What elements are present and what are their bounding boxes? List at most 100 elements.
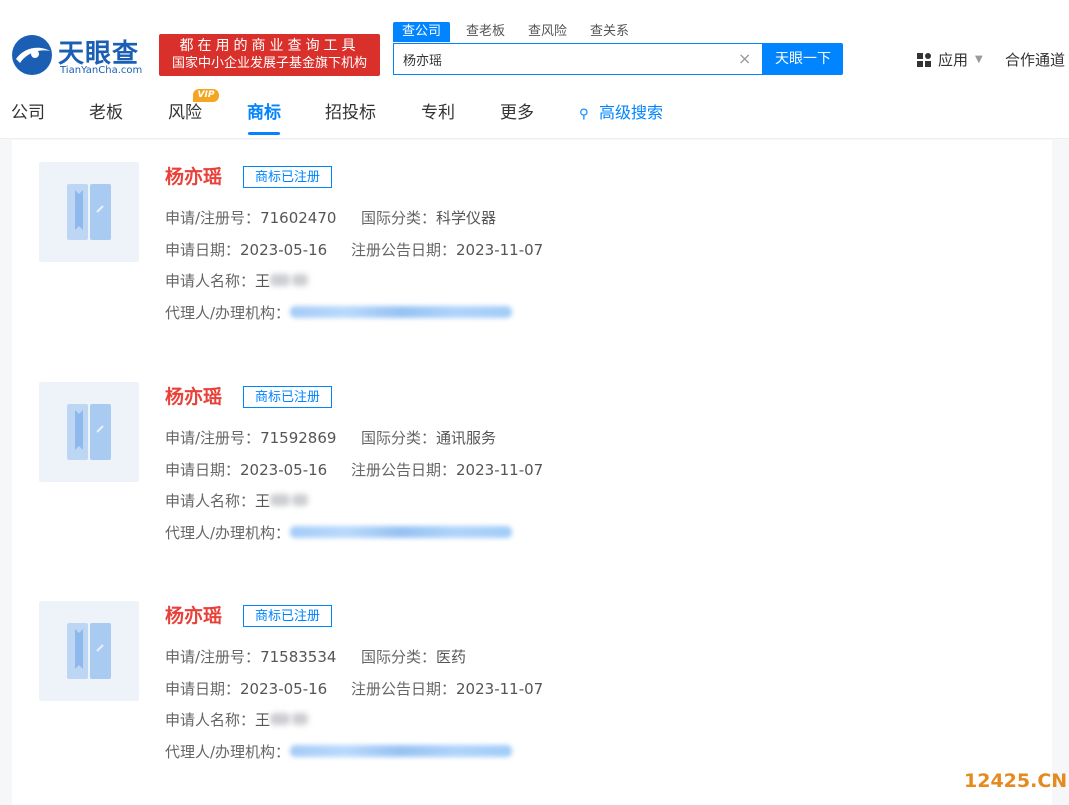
trademark-image[interactable] — [39, 601, 139, 701]
top-header: 天眼查 TianYanCha.com 都在用的商业查询工具 国家中小企业发展子基… — [0, 0, 1069, 92]
promo-banner[interactable]: 都在用的商业查询工具 国家中小企业发展子基金旗下机构 — [159, 34, 380, 76]
reg-no-value: 71602470 — [260, 209, 337, 227]
applicant-value: 王 — [255, 272, 271, 290]
search-box: × — [393, 43, 763, 75]
trademark-card: 杨亦瑶 商标已注册 申请/注册号：71592869 国际分类：通讯服务 申请日期… — [12, 360, 1052, 570]
logo-domain: TianYanCha.com — [60, 65, 143, 76]
book-icon — [67, 404, 111, 460]
trademark-name[interactable]: 杨亦瑶 — [165, 603, 222, 629]
reg-no-label: 申请/注册号： — [165, 209, 261, 227]
trademark-card: 杨亦瑶 商标已注册 申请/注册号：71602470 国际分类：科学仪器 申请日期… — [12, 140, 1052, 350]
applicant-row: 申请人名称：王 — [165, 271, 316, 291]
reg-row: 申请/注册号：71592869 国际分类：通讯服务 — [165, 428, 496, 448]
logo-eye-icon — [12, 35, 52, 75]
agent-redacted-link[interactable] — [290, 742, 513, 760]
nav-tab-more[interactable]: 更多 — [500, 102, 534, 124]
publish-date-value: 2023-11-07 — [456, 241, 544, 259]
agent-redacted-link[interactable] — [290, 303, 513, 321]
category-nav: 公司 老板 风险 商标 招投标 专利 更多 — [0, 92, 1069, 139]
search-tab-relation[interactable]: 查关系 — [590, 22, 629, 42]
status-badge: 商标已注册 — [243, 605, 333, 627]
agent-row: 代理人/办理机构： — [165, 523, 513, 543]
applicant-row: 申请人名称：王 — [165, 710, 316, 730]
chevron-down-icon: ▼ — [975, 54, 983, 65]
advanced-search-link[interactable]: ⚲ 高级搜索 — [579, 102, 663, 126]
search-button[interactable]: 天眼一下 — [763, 43, 843, 75]
intl-class-label: 国际分类： — [361, 648, 437, 666]
intl-class-value: 科学仪器 — [436, 209, 497, 227]
book-icon — [67, 184, 111, 240]
trademark-name[interactable]: 杨亦瑶 — [165, 384, 222, 410]
active-tab-underline — [248, 132, 280, 135]
date-row: 申请日期：2023-05-16 注册公告日期：2023-11-07 — [165, 240, 543, 260]
agent-row: 代理人/办理机构： — [165, 742, 513, 762]
trademark-image[interactable] — [39, 162, 139, 262]
apps-label: 应用 — [938, 51, 969, 69]
applicant-row: 申请人名称：王 — [165, 491, 316, 511]
search-tab-company[interactable]: 查公司 — [393, 22, 451, 42]
reg-no-value: 71583534 — [260, 648, 337, 666]
reg-no-label: 申请/注册号： — [165, 648, 261, 666]
agent-label: 代理人/办理机构： — [165, 524, 291, 542]
applicant-redacted — [270, 711, 316, 727]
date-row: 申请日期：2023-05-16 注册公告日期：2023-11-07 — [165, 460, 543, 480]
apply-date-value: 2023-05-16 — [240, 461, 328, 479]
apply-date-label: 申请日期： — [165, 241, 241, 259]
trademark-name[interactable]: 杨亦瑶 — [165, 164, 222, 190]
reg-row: 申请/注册号：71583534 国际分类：医药 — [165, 647, 466, 667]
status-badge: 商标已注册 — [243, 386, 333, 408]
site-watermark: 12425.CN — [964, 770, 1068, 792]
applicant-label: 申请人名称： — [165, 492, 256, 510]
nav-tab-risk[interactable]: 风险 — [168, 102, 202, 124]
reg-no-label: 申请/注册号： — [165, 429, 261, 447]
nav-tab-boss[interactable]: 老板 — [89, 102, 123, 124]
filter-search-icon: ⚲ — [579, 107, 589, 122]
banner-line1: 都在用的商业查询工具 — [179, 38, 360, 54]
applicant-value: 王 — [255, 711, 271, 729]
applicant-redacted — [270, 492, 316, 508]
partner-channel-link[interactable]: 合作通道 — [1005, 49, 1065, 71]
trademark-card: 杨亦瑶 商标已注册 申请/注册号：71583534 国际分类：医药 申请日期：2… — [12, 579, 1052, 789]
applicant-label: 申请人名称： — [165, 711, 256, 729]
apply-date-label: 申请日期： — [165, 680, 241, 698]
nav-tab-bidding[interactable]: 招投标 — [325, 102, 376, 124]
publish-date-label: 注册公告日期： — [351, 680, 457, 698]
publish-date-value: 2023-11-07 — [456, 461, 544, 479]
nav-tab-patent[interactable]: 专利 — [421, 102, 455, 124]
search-tab-boss[interactable]: 查老板 — [466, 22, 505, 42]
apply-date-label: 申请日期： — [165, 461, 241, 479]
banner-line2: 国家中小企业发展子基金旗下机构 — [171, 56, 367, 71]
date-row: 申请日期：2023-05-16 注册公告日期：2023-11-07 — [165, 679, 543, 699]
tianyancha-logo[interactable]: 天眼查 TianYanCha.com — [10, 31, 150, 79]
applicant-value: 王 — [255, 492, 271, 510]
publish-date-value: 2023-11-07 — [456, 680, 544, 698]
search-tab-risk[interactable]: 查风险 — [528, 22, 567, 42]
search-input[interactable] — [394, 44, 733, 74]
reg-row: 申请/注册号：71602470 国际分类：科学仪器 — [165, 208, 496, 228]
agent-row: 代理人/办理机构： — [165, 303, 513, 323]
reg-no-value: 71592869 — [260, 429, 337, 447]
intl-class-label: 国际分类： — [361, 429, 437, 447]
agent-redacted-link[interactable] — [290, 523, 513, 541]
applicant-redacted — [270, 272, 316, 288]
intl-class-value: 医药 — [436, 648, 467, 666]
trademark-image[interactable] — [39, 382, 139, 482]
agent-label: 代理人/办理机构： — [165, 743, 291, 761]
publish-date-label: 注册公告日期： — [351, 461, 457, 479]
status-badge: 商标已注册 — [243, 166, 333, 188]
publish-date-label: 注册公告日期： — [351, 241, 457, 259]
vip-badge: VIP — [193, 89, 219, 102]
nav-tab-trademark[interactable]: 商标 — [247, 102, 281, 124]
intl-class-value: 通讯服务 — [436, 429, 497, 447]
advanced-search-label: 高级搜索 — [599, 103, 664, 122]
apps-grid-icon — [917, 53, 931, 67]
clear-icon[interactable]: × — [738, 49, 751, 69]
applicant-label: 申请人名称： — [165, 272, 256, 290]
book-icon — [67, 623, 111, 679]
agent-label: 代理人/办理机构： — [165, 304, 291, 322]
apply-date-value: 2023-05-16 — [240, 680, 328, 698]
nav-tab-company[interactable]: 公司 — [11, 102, 45, 124]
apply-date-value: 2023-05-16 — [240, 241, 328, 259]
trademark-results: 杨亦瑶 商标已注册 申请/注册号：71602470 国际分类：科学仪器 申请日期… — [12, 140, 1052, 805]
intl-class-label: 国际分类： — [361, 209, 437, 227]
